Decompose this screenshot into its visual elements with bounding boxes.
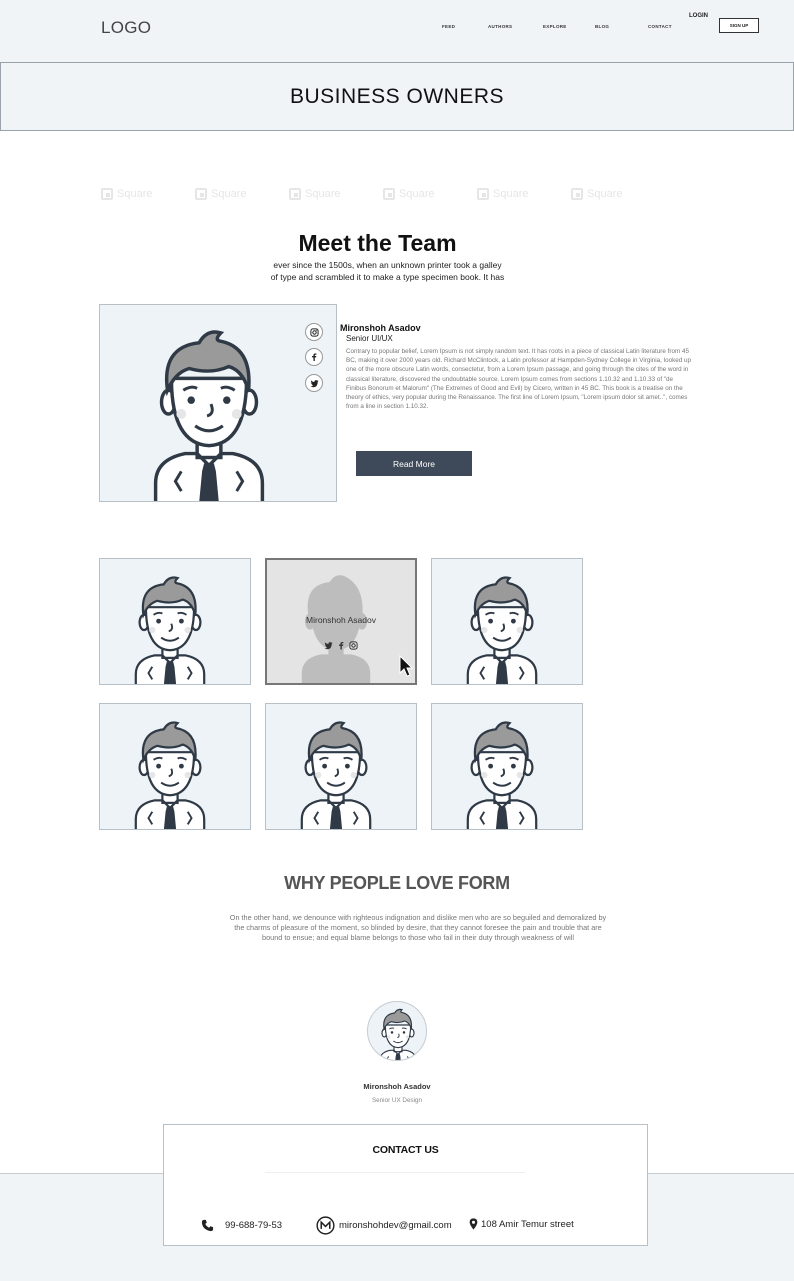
nav-explore[interactable]: EXPLORE	[543, 24, 567, 29]
square-icon	[571, 188, 583, 200]
instagram-icon[interactable]	[305, 323, 323, 341]
mouse-cursor-icon	[399, 655, 413, 677]
testimonial-avatar	[367, 1001, 427, 1061]
read-more-button[interactable]: Read More	[356, 451, 472, 476]
nav-authors[interactable]: AUTHORS	[488, 24, 512, 29]
watermark-label: Square	[399, 188, 435, 200]
watermark-logo: Square	[477, 188, 528, 200]
avatar-illustration	[462, 718, 542, 830]
featured-name: Mironshoh Asadov	[340, 323, 421, 333]
team-member-card[interactable]	[265, 703, 417, 830]
nav-feed[interactable]: FEED	[442, 24, 455, 29]
contact-phone[interactable]: 99-688-79-53	[201, 1219, 282, 1232]
team-title: Meet the Team	[298, 230, 457, 256]
location-pin-icon	[469, 1218, 478, 1230]
team-member-card[interactable]	[431, 703, 583, 830]
avatar-illustration	[377, 1007, 419, 1061]
phone-icon	[201, 1219, 214, 1232]
watermark-label: Square	[493, 188, 529, 200]
why-text: On the other hand, we denounce with righ…	[229, 913, 607, 942]
team-member-card[interactable]	[431, 558, 583, 685]
team-subtitle: ever since the 1500s, when an unknown pr…	[270, 260, 505, 282]
instagram-icon[interactable]	[349, 641, 358, 650]
banner-title: BUSINESS OWNERS	[289, 84, 505, 108]
phone-number: 99-688-79-53	[225, 1220, 283, 1231]
featured-member-card	[99, 304, 337, 502]
email-address: mironshohdev@gmail.com	[339, 1220, 452, 1231]
square-icon	[195, 188, 207, 200]
watermark-label: Square	[587, 188, 623, 200]
watermark-logo: Square	[383, 188, 434, 200]
avatar-illustration	[296, 718, 376, 830]
avatar-illustration	[130, 718, 210, 830]
why-title: WHY PEOPLE LOVE FORM	[284, 873, 510, 893]
nav-contact[interactable]: CONTACT	[648, 24, 672, 29]
nav-blog[interactable]: BLOG	[595, 24, 609, 29]
signup-button[interactable]: SIGN UP	[719, 18, 759, 33]
avatar-illustration	[462, 573, 542, 685]
square-icon	[289, 188, 301, 200]
twitter-icon[interactable]	[324, 641, 333, 650]
logo[interactable]: LOGO	[101, 18, 151, 38]
featured-bio: Contrary to popular belief, Lorem Ipsum …	[346, 348, 691, 411]
avatar-silhouette	[296, 572, 376, 685]
divider	[265, 1172, 525, 1173]
testimonial-name: Mironshoh Asadov	[363, 1082, 431, 1091]
page-banner: BUSINESS OWNERS	[0, 62, 794, 131]
watermark-label: Square	[211, 188, 247, 200]
watermark-label: Square	[117, 188, 153, 200]
contact-email[interactable]: mironshohdev@gmail.com	[316, 1216, 452, 1235]
square-icon	[383, 188, 395, 200]
watermark-logo: Square	[101, 188, 152, 200]
avatar-illustration	[144, 325, 274, 502]
email-icon	[316, 1216, 335, 1235]
facebook-icon[interactable]	[337, 641, 345, 650]
login-link[interactable]: LOGIN	[689, 13, 708, 19]
avatar-illustration	[130, 573, 210, 685]
facebook-icon[interactable]	[305, 348, 323, 366]
hover-social-icons	[267, 641, 415, 650]
watermark-label: Square	[305, 188, 341, 200]
contact-address[interactable]: 108 Amir Temur street	[469, 1218, 574, 1230]
square-icon	[477, 188, 489, 200]
street-address: 108 Amir Temur street	[481, 1218, 574, 1230]
watermark-logo: Square	[289, 188, 340, 200]
watermark-logo: Square	[571, 188, 622, 200]
team-member-card-hovered[interactable]: Mironshoh Asadov	[265, 558, 417, 685]
watermark-logo: Square	[195, 188, 246, 200]
square-icon	[101, 188, 113, 200]
twitter-icon[interactable]	[305, 374, 323, 392]
team-member-card[interactable]	[99, 558, 251, 685]
hover-member-name: Mironshoh Asadov	[306, 615, 376, 625]
featured-role: Senior UI/UX	[346, 334, 393, 343]
team-member-card[interactable]	[99, 703, 251, 830]
testimonial-role: Senior UX Design	[371, 1097, 423, 1104]
contact-title: CONTACT US	[372, 1144, 439, 1156]
